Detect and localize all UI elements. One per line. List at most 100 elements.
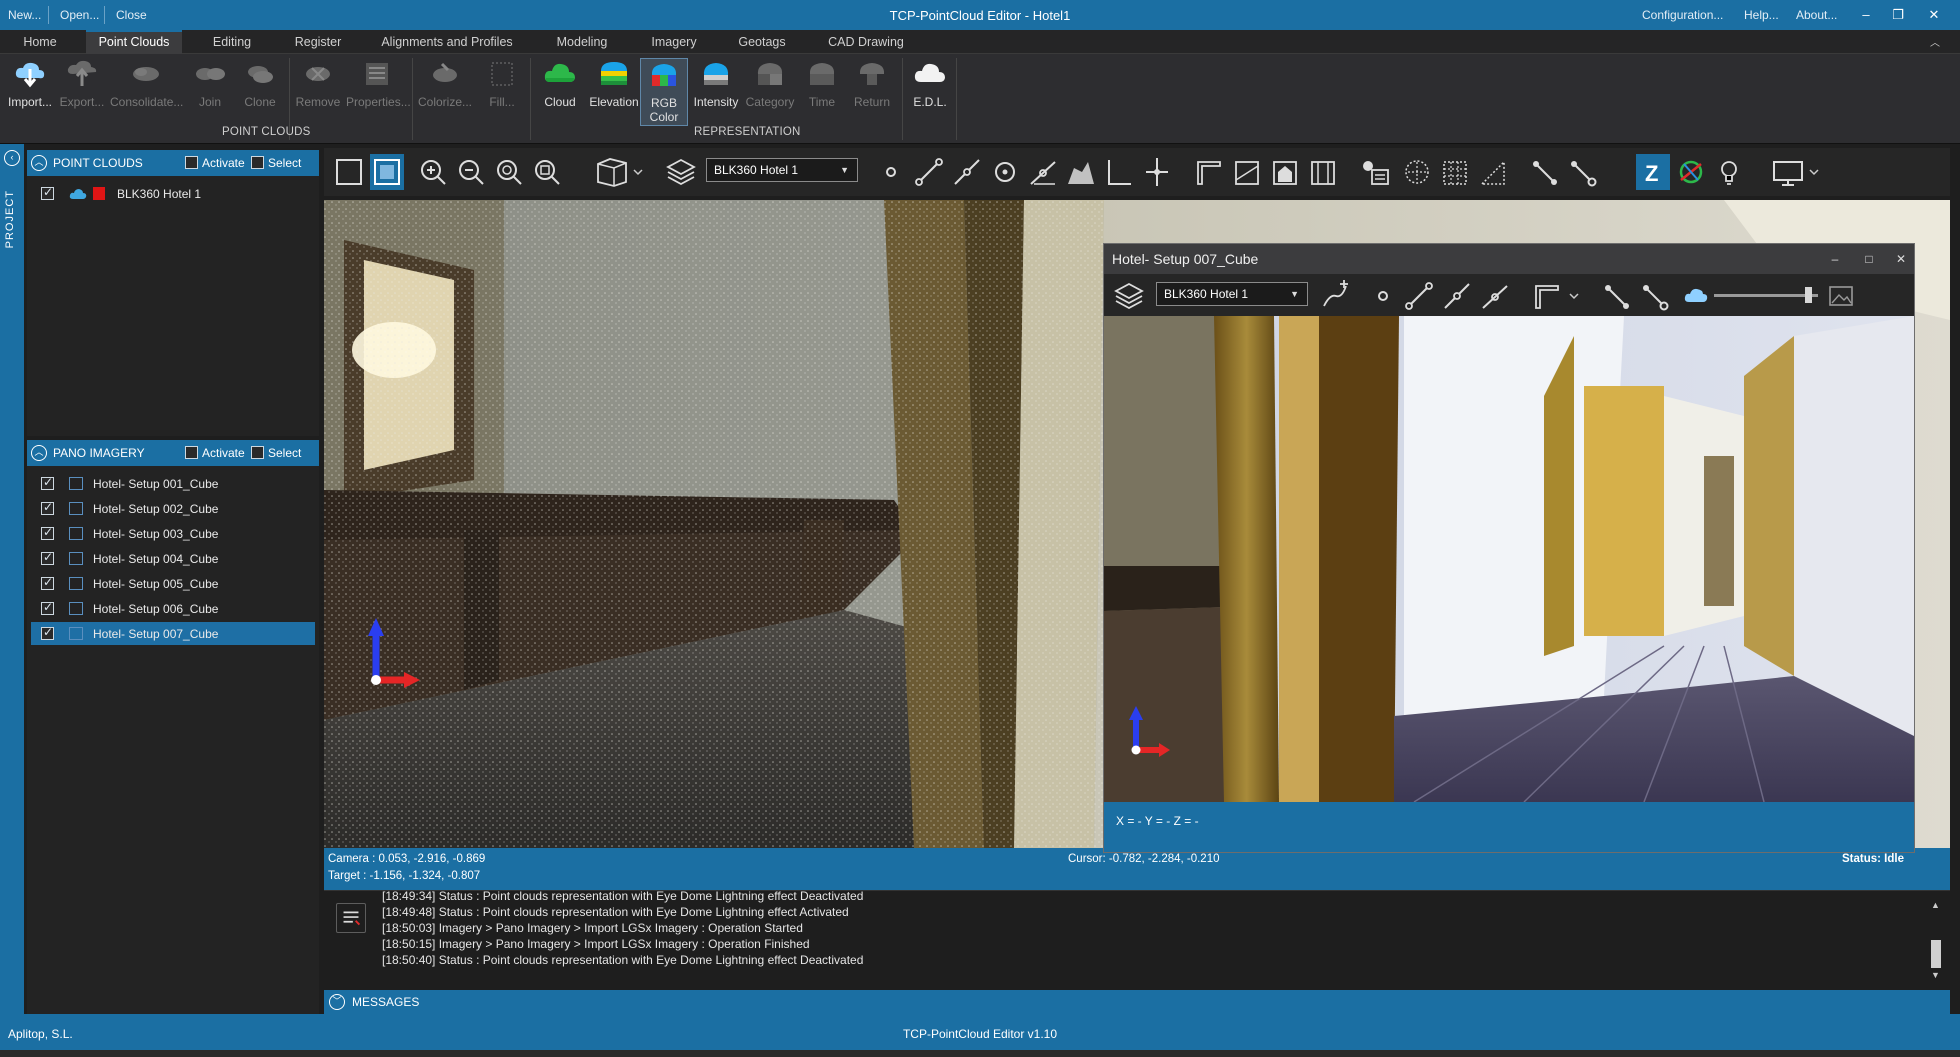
project-side-tab[interactable]: ‹ PROJECT [0, 144, 24, 1014]
measure-point-icon[interactable] [1366, 278, 1400, 314]
configuration-link[interactable]: Configuration... [1642, 8, 1723, 22]
time-representation-button[interactable]: Time [796, 58, 848, 128]
edl-button[interactable]: E.D.L. [904, 58, 956, 128]
remove-button[interactable]: Remove [292, 58, 344, 128]
lightbulb-icon[interactable] [1712, 154, 1746, 190]
activate-checkbox[interactable] [185, 156, 198, 169]
list-item[interactable]: Hotel- Setup 002_Cube [31, 497, 315, 520]
tab-cad-drawing[interactable]: CAD Drawing [818, 30, 914, 54]
tab-modeling[interactable]: Modeling [542, 30, 622, 54]
measure-slope-icon[interactable] [1026, 154, 1060, 190]
collapse-point-clouds-icon[interactable]: ︿ [31, 155, 47, 171]
messages-scrollbar[interactable]: ▲ ▼ [1928, 900, 1944, 982]
item-visibility-checkbox[interactable] [41, 500, 54, 515]
tab-imagery[interactable]: Imagery [638, 30, 710, 54]
cloud-color-swatch[interactable] [93, 187, 105, 200]
zoom-out-icon[interactable] [454, 154, 488, 190]
tab-alignments-and-profiles[interactable]: Alignments and Profiles [372, 30, 522, 54]
return-representation-button[interactable]: Return [846, 58, 898, 128]
measure-distance-icon[interactable] [1402, 278, 1436, 314]
section-plan-icon[interactable] [1530, 278, 1586, 314]
list-item[interactable]: Hotel- Setup 001_Cube [31, 472, 315, 495]
cloud-representation-button[interactable]: Cloud [534, 58, 586, 128]
edit-polyline-icon[interactable] [1600, 278, 1634, 314]
layer-select[interactable]: BLK360 Hotel 1 ▼ [706, 158, 858, 182]
zoom-window-icon[interactable] [530, 154, 564, 190]
elevation-representation-button[interactable]: Elevation [586, 58, 642, 128]
measure-polyline-icon[interactable] [1440, 278, 1474, 314]
minimize-icon[interactable]: – [1856, 5, 1876, 25]
pano-layer-select[interactable]: BLK360 Hotel 1 ▼ [1156, 282, 1308, 306]
select-all-icon[interactable] [370, 154, 404, 190]
help-link[interactable]: Help... [1744, 8, 1779, 22]
colorize-button[interactable]: Colorize... [416, 58, 474, 128]
list-item-selected[interactable]: Hotel- Setup 007_Cube [31, 622, 315, 645]
select-checkbox[interactable] [251, 446, 264, 459]
item-visibility-checkbox[interactable] [41, 475, 54, 490]
section-facade-icon[interactable] [1268, 154, 1302, 190]
image-icon[interactable] [1824, 278, 1858, 314]
section-slice-icon[interactable] [1306, 154, 1340, 190]
item-visibility-checkbox[interactable] [41, 525, 54, 540]
measure-slope-icon[interactable] [1478, 278, 1512, 314]
restore-icon[interactable]: ❐ [1888, 5, 1908, 25]
color-ramp-icon[interactable] [1674, 154, 1708, 190]
add-point-icon[interactable] [1318, 278, 1352, 314]
intensity-representation-button[interactable]: Intensity [690, 58, 742, 128]
measure-height-icon[interactable] [1102, 154, 1136, 190]
scrollbar-thumb[interactable] [1931, 940, 1941, 968]
message-list-icon[interactable] [336, 903, 366, 933]
point-grid-icon[interactable] [1438, 154, 1472, 190]
list-item[interactable]: Hotel- Setup 004_Cube [31, 547, 315, 570]
item-visibility-checkbox[interactable] [41, 185, 54, 200]
collapse-pano-imagery-icon[interactable]: ︿ [31, 445, 47, 461]
point-properties-icon[interactable] [1358, 154, 1392, 190]
edit-polyline-icon[interactable] [1528, 154, 1562, 190]
new-button[interactable]: New... [8, 8, 41, 22]
pano-image-view[interactable] [1104, 316, 1914, 802]
point-triangle-icon[interactable] [1476, 154, 1510, 190]
section-plan-icon[interactable] [1192, 154, 1226, 190]
fill-button[interactable]: Fill... [476, 58, 528, 128]
category-representation-button[interactable]: Category [742, 58, 798, 128]
edit-vertex-icon[interactable] [1566, 154, 1600, 190]
opacity-slider-track[interactable] [1714, 294, 1818, 297]
close-project-button[interactable]: Close [116, 8, 147, 22]
measure-point-icon[interactable] [874, 154, 908, 190]
edit-vertex-icon[interactable] [1638, 278, 1672, 314]
close-icon[interactable]: ✕ [1892, 250, 1910, 268]
measure-polyline-icon[interactable] [950, 154, 984, 190]
select-checkbox[interactable] [251, 156, 264, 169]
scroll-down-icon[interactable]: ▼ [1931, 970, 1940, 980]
import-button[interactable]: Import... [4, 58, 56, 128]
section-profile-icon[interactable] [1230, 154, 1264, 190]
item-visibility-checkbox[interactable] [41, 575, 54, 590]
expand-messages-icon[interactable]: ﹀ [329, 994, 345, 1010]
z-axis-lock-icon[interactable]: Z [1636, 154, 1670, 190]
close-icon[interactable]: ✕ [1924, 5, 1944, 25]
measure-vertical-icon[interactable] [1140, 154, 1174, 190]
scroll-up-icon[interactable]: ▲ [1931, 900, 1940, 910]
list-item[interactable]: Hotel- Setup 003_Cube [31, 522, 315, 545]
select-window-icon[interactable] [332, 154, 366, 190]
layers-icon[interactable] [1112, 278, 1146, 314]
point-density-icon[interactable] [1400, 154, 1434, 190]
list-item[interactable]: BLK360 Hotel 1 [31, 182, 315, 205]
measure-circle-icon[interactable] [988, 154, 1022, 190]
item-visibility-checkbox[interactable] [41, 625, 54, 640]
pano-window-titlebar[interactable]: Hotel- Setup 007_Cube – □ ✕ [1104, 244, 1914, 274]
list-item[interactable]: Hotel- Setup 006_Cube [31, 597, 315, 620]
clone-button[interactable]: Clone [234, 58, 286, 128]
consolidate-button[interactable]: Consolidate... [110, 58, 183, 128]
zoom-extents-icon[interactable] [492, 154, 526, 190]
view-cube-icon[interactable] [592, 154, 646, 190]
export-button[interactable]: Export... [56, 58, 108, 128]
join-button[interactable]: Join [184, 58, 236, 128]
list-item[interactable]: Hotel- Setup 005_Cube [31, 572, 315, 595]
collapse-panel-icon[interactable]: ‹ [4, 150, 20, 166]
activate-checkbox[interactable] [185, 446, 198, 459]
measure-distance-icon[interactable] [912, 154, 946, 190]
tab-home[interactable]: Home [6, 30, 74, 54]
about-link[interactable]: About... [1796, 8, 1837, 22]
collapse-ribbon-icon[interactable]: ︿ [1930, 34, 1940, 49]
